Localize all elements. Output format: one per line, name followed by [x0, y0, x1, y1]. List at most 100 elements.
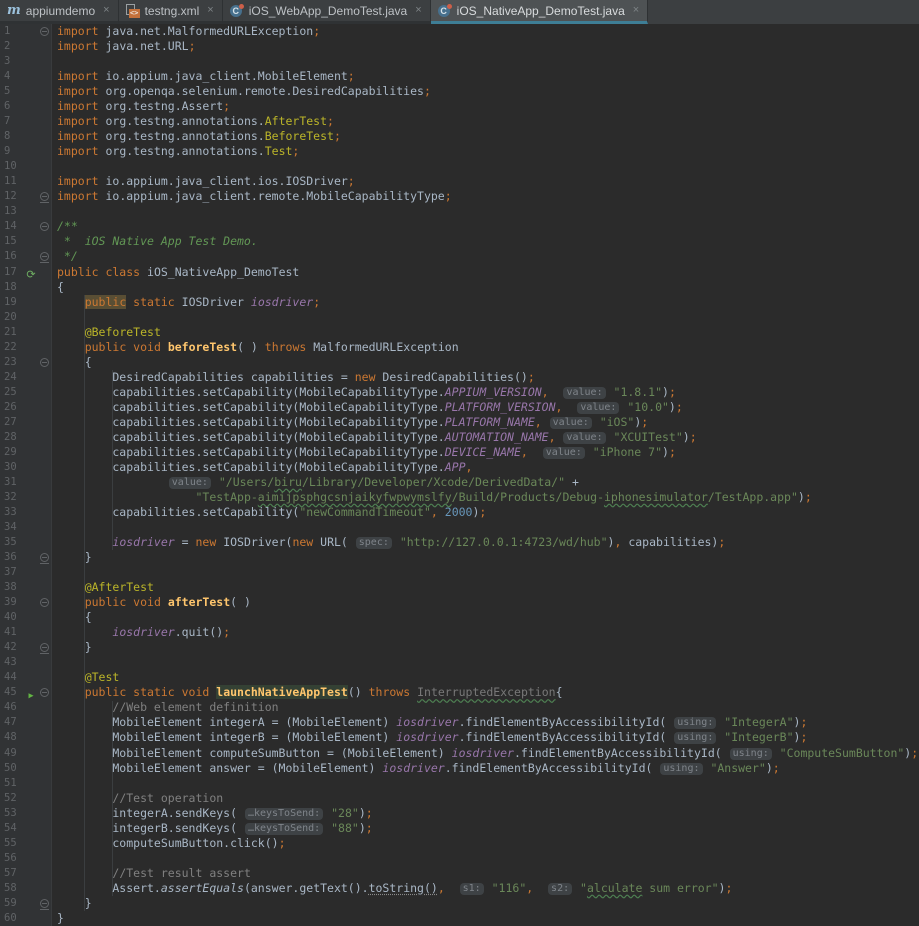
- line-number: 37: [0, 565, 24, 580]
- fold-marker-slot: [38, 896, 52, 911]
- close-tab-icon[interactable]: ×: [103, 5, 109, 16]
- line-number: 7: [0, 114, 24, 129]
- token: capabilities.setCapability(MobileCapabil…: [57, 460, 445, 474]
- token: ;: [223, 99, 230, 113]
- line-number: 42: [0, 640, 24, 655]
- gutter-icon-slot: [24, 881, 38, 896]
- fold-start-icon[interactable]: [40, 358, 49, 367]
- token: ( ): [237, 340, 265, 354]
- line-number: 16: [0, 249, 24, 264]
- code-line: 46 //Web element definition: [0, 700, 919, 715]
- token: ;: [348, 174, 355, 188]
- code-text: MobileElement integerB = (MobileElement)…: [52, 730, 807, 745]
- token: * iOS Native App Test Demo.: [57, 234, 258, 248]
- run-test-icon[interactable]: ▶: [24, 685, 38, 700]
- run-class-icon[interactable]: ⟳: [24, 265, 38, 280]
- token: org.testng.Assert: [99, 99, 224, 113]
- close-tab-icon[interactable]: ×: [633, 5, 639, 16]
- token: .findElementByAccessibilityId(: [514, 746, 729, 760]
- token: Assert.: [57, 881, 161, 895]
- code-text: capabilities.setCapability(MobileCapabil…: [52, 385, 676, 400]
- line-number: 33: [0, 505, 24, 520]
- line-number: 49: [0, 746, 24, 761]
- code-text: Assert.assertEquals(answer.getText().toS…: [52, 881, 732, 896]
- code-editor[interactable]: 1import java.net.MalformedURLException;2…: [0, 24, 919, 926]
- line-number: 59: [0, 896, 24, 911]
- gutter-icon-slot: [24, 715, 38, 730]
- token: MalformedURLException: [306, 340, 458, 354]
- fold-start-icon[interactable]: [40, 598, 49, 607]
- code-line: 2import java.net.URL;: [0, 39, 919, 54]
- fold-end-icon[interactable]: [40, 252, 49, 261]
- token: "iPhone 7": [593, 445, 662, 459]
- code-line: 55 computeSumButton.click();: [0, 836, 919, 851]
- parameter-hint: …keysToSend:: [245, 823, 323, 835]
- token: AUTOMATION_NAME: [445, 430, 549, 444]
- fold-marker-slot: [38, 776, 52, 791]
- gutter-icon-slot: [24, 385, 38, 400]
- token: import: [57, 144, 99, 158]
- tab-ios_nativeapp_demotest-java[interactable]: CiOS_NativeApp_DemoTest.java×: [431, 0, 649, 24]
- code-text: "TestApp-aimijpsphgcsnjaikyfwpwymslfy/Bu…: [52, 490, 812, 505]
- line-number: 35: [0, 535, 24, 550]
- token: [586, 445, 593, 459]
- fold-end-icon[interactable]: [40, 899, 49, 908]
- line-number: 24: [0, 370, 24, 385]
- code-line: 28 capabilities.setCapability(MobileCapa…: [0, 430, 919, 445]
- gutter-icon-slot: [24, 310, 38, 325]
- token: ( ): [230, 595, 251, 609]
- close-tab-icon[interactable]: ×: [415, 5, 421, 16]
- fold-marker-slot: [38, 715, 52, 730]
- code-line: 5import org.openqa.selenium.remote.Desir…: [0, 84, 919, 99]
- line-number: 41: [0, 625, 24, 640]
- token: ;: [366, 806, 373, 820]
- tab-ios_webapp_demotest-java[interactable]: CiOS_WebApp_DemoTest.java×: [223, 0, 431, 24]
- token: ;: [800, 715, 807, 729]
- code-text: MobileElement computeSumButton = (Mobile…: [52, 746, 918, 761]
- code-text: MobileElement answer = (MobileElement) i…: [52, 761, 780, 776]
- code-text: }: [52, 896, 92, 911]
- fold-marker-slot: [38, 520, 52, 535]
- code-text: integerA.sendKeys( …keysToSend: "28");: [52, 806, 373, 821]
- line-number: 50: [0, 761, 24, 776]
- gutter-icon-slot: [24, 370, 38, 385]
- gutter-icon-slot: [24, 580, 38, 595]
- code-text: /**: [52, 219, 78, 234]
- gutter-icon-slot: [24, 460, 38, 475]
- token: DesiredCapabilities(): [376, 370, 528, 384]
- token: java.net.URL: [99, 39, 189, 53]
- fold-end-icon[interactable]: [40, 643, 49, 652]
- fold-marker-slot: [38, 129, 52, 144]
- token: [542, 415, 549, 429]
- line-number: 28: [0, 430, 24, 445]
- token: throws: [265, 340, 307, 354]
- token: import: [57, 24, 99, 38]
- code-text: capabilities.setCapability(MobileCapabil…: [52, 400, 683, 415]
- fold-start-icon[interactable]: [40, 222, 49, 231]
- fold-marker-slot: [38, 505, 52, 520]
- fold-marker-slot: [38, 730, 52, 745]
- token: MobileElement integerB = (MobileElement): [57, 730, 396, 744]
- code-line: 18{: [0, 280, 919, 295]
- token: ;: [223, 625, 230, 639]
- tab-appiumdemo[interactable]: mappiumdemo×: [0, 0, 119, 24]
- code-line: 1import java.net.MalformedURLException;: [0, 24, 919, 39]
- gutter-icon-slot: [24, 836, 38, 851]
- token: ,: [542, 385, 549, 399]
- fold-start-icon[interactable]: [40, 688, 49, 697]
- close-tab-icon[interactable]: ×: [207, 5, 213, 16]
- code-text: import io.appium.java_client.ios.IOSDriv…: [52, 174, 355, 189]
- gutter-icon-slot: [24, 550, 38, 565]
- line-number: 58: [0, 881, 24, 896]
- fold-start-icon[interactable]: [40, 27, 49, 36]
- fold-end-icon[interactable]: [40, 553, 49, 562]
- token: [57, 340, 85, 354]
- line-number: 5: [0, 84, 24, 99]
- token: "http://127.0.0.1:4723/wd/hub": [400, 535, 608, 549]
- token: integerB.sendKeys(: [57, 821, 244, 835]
- code-text: capabilities.setCapability(MobileCapabil…: [52, 460, 472, 475]
- tab-testng-xml[interactable]: <>testng.xml×: [119, 0, 223, 24]
- token: ): [662, 445, 669, 459]
- line-number: 51: [0, 776, 24, 791]
- fold-end-icon[interactable]: [40, 192, 49, 201]
